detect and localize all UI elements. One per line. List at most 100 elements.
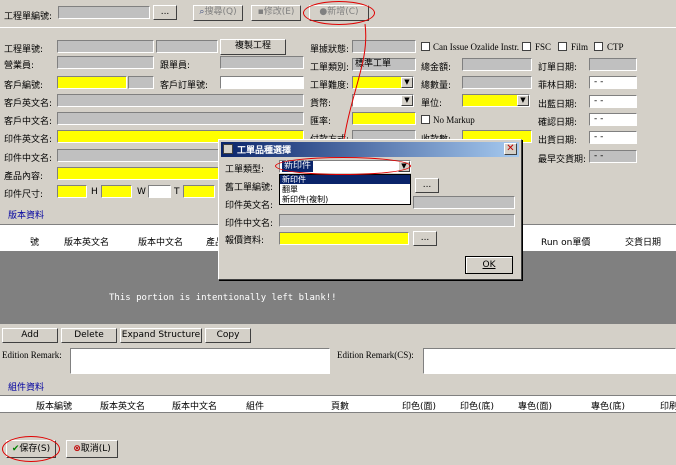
modify-button[interactable]: ▪修改(E) [251,5,301,21]
dialog-type-label: 工單類型: [225,165,265,175]
size-h-field[interactable] [101,185,132,198]
confirm-date-field[interactable]: - - [589,113,637,126]
customer-no-field-2[interactable] [128,76,154,89]
chevron-down-icon[interactable]: ▼ [401,77,413,88]
edition-remark-field[interactable] [70,348,330,374]
order-date-label: 訂單日期: [538,63,578,73]
can-issue-label: Can Issue Ozalide Instr. [433,42,519,52]
copy-job-button[interactable]: 複製工程 [220,39,286,55]
film-checkbox[interactable] [558,42,567,51]
search-button[interactable]: ⌕搜尋(Q) [193,5,243,21]
version-col-runon: Run on單價 [541,238,591,248]
dialog-close-button[interactable]: ✕ [504,143,517,155]
size-t-label: T [174,187,180,197]
final-date-field: - - [589,150,637,163]
salesperson-field[interactable] [57,56,154,69]
out-date-field[interactable]: - - [589,131,637,144]
version-section-title: 版本資料 [8,211,45,221]
dialog-title-bar[interactable]: 工單品種選擇 ✕ [221,142,519,157]
total-qty-label: 總數量: [421,81,452,91]
comp-col-color-front: 印色(面) [402,402,437,412]
job-no-search-input[interactable] [58,6,150,19]
customer-en-label: 客戶英文名: [4,99,53,109]
fsc-label: FSC [535,42,552,52]
size-w-field[interactable] [148,185,171,198]
dialog-print-en-label: 印件英文名: [225,201,274,211]
unit-select[interactable]: ▼ [462,94,530,107]
no-markup-checkbox[interactable] [421,115,430,124]
dialog-old-job-lookup[interactable]: ... [415,178,439,193]
size-t-field[interactable] [183,185,215,198]
dialog-quote-lookup[interactable]: ... [413,231,437,246]
blank-notice: This portion is intentionally left blank… [109,293,337,303]
ctp-checkbox[interactable] [594,42,603,51]
edition-remark-cs-label: Edition Remark(CS): [337,350,414,360]
size-h-label: H [91,187,98,197]
comp-col-print: 印刷 [660,402,676,412]
dialog-type-dropdown-list[interactable]: 新印件 翻單 新印件(複制) [279,174,411,205]
chevron-down-icon[interactable]: ▼ [517,95,529,106]
comp-col-pages: 頁數 [331,402,350,412]
sample-date-label: 菲林日期: [538,81,578,91]
can-issue-checkbox[interactable] [421,42,430,51]
cancel-button[interactable]: ⊗取消(L) [66,440,118,458]
clerk-field[interactable] [220,56,304,69]
print-cn-label: 印件中文名: [4,154,53,164]
comp-col-cn: 版本中文名 [172,402,218,412]
dialog-quote-field[interactable] [279,232,409,245]
sample-date-field[interactable]: - - [589,76,637,89]
comp-col-spot-front: 專色(面) [518,402,553,412]
dropdown-option-new-copy[interactable]: 新印件(複制) [280,195,410,204]
comp-col-spot-back: 專色(底) [591,402,626,412]
dropdown-option-new[interactable]: 新印件 [280,175,410,184]
outsample-date-label: 出藍日期: [538,100,578,110]
dialog-title: 工單品種選擇 [237,146,292,156]
edition-remark-label: Edition Remark: [2,350,62,360]
cust-order-field[interactable] [220,76,304,89]
comp-col-version-no: 版本編號 [36,402,73,412]
delete-version-button[interactable]: Delete [61,328,117,343]
job-no-label: 工程單編號: [4,12,53,22]
annotation-circle-type [275,157,411,175]
job-number-label: 工程單號: [4,45,44,55]
customer-en-field[interactable] [57,94,304,107]
dialog-app-icon [223,144,233,154]
print-en-label: 印件英文名: [4,135,53,145]
total-qty-field [462,76,532,89]
clerk-label: 跟單員: [160,61,191,71]
close-icon: ✕ [506,143,515,154]
customer-cn-label: 客戶中文名: [4,117,53,127]
comp-col-en: 版本英文名 [100,402,146,412]
no-markup-label: No Markup [433,115,475,125]
version-col-en: 版本英文名 [64,238,110,248]
customer-cn-field[interactable] [57,112,304,125]
dialog-print-cn-label: 印件中文名: [225,219,274,229]
annotation-circle-save [2,436,60,462]
cancel-icon: ⊗ [73,444,81,454]
edition-remark-cs-field[interactable] [423,348,676,374]
outsample-date-field[interactable]: - - [589,95,637,108]
add-version-button[interactable]: Add [2,328,58,343]
dialog-ok-button[interactable]: OK [465,256,513,274]
component-grid-header: 版本編號 版本英文名 版本中文名 組件 頁數 印色(面) 印色(底) 專色(面)… [0,395,676,413]
unit-label: 單位: [421,99,443,109]
chevron-down-icon[interactable]: ▼ [401,95,413,106]
fsc-checkbox[interactable] [522,42,531,51]
version-col-delivery: 交貨日期 [625,238,662,248]
ctp-label: CTP [607,42,624,52]
copy-version-button[interactable]: Copy [205,328,251,343]
component-section-title: 組件資料 [8,383,45,393]
job-number-field [57,40,154,53]
dialog-print-cn-field [279,214,515,227]
dialog-old-job-label: 舊工單編號: [225,183,274,193]
size-field-1[interactable] [57,185,87,198]
final-date-label: 最早交貨期: [538,155,587,165]
job-no-lookup-button[interactable]: ... [153,5,177,20]
dropdown-option-reorder[interactable]: 翻單 [280,185,410,194]
job-number-field-2 [156,40,218,53]
order-date-field[interactable] [589,58,637,71]
film-label: Film [571,42,589,52]
expand-structure-button[interactable]: Expand Structure [120,328,202,343]
comp-col-component: 組件 [246,402,265,412]
customer-no-field[interactable] [57,76,127,89]
